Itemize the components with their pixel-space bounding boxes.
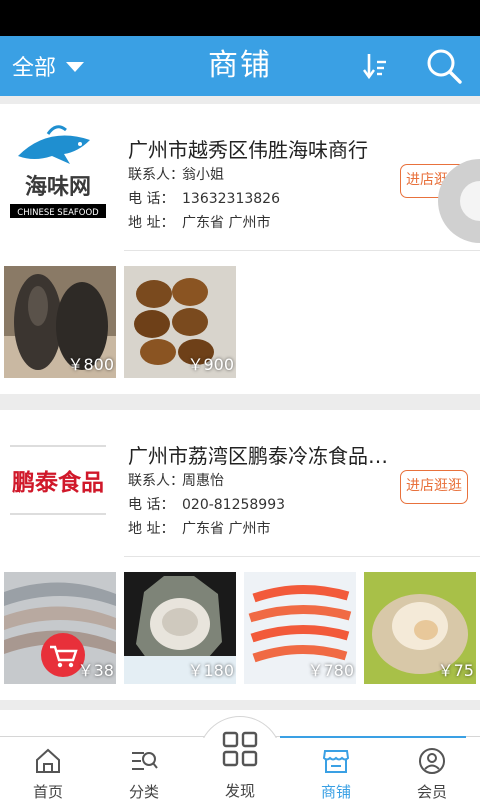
address-row: 地 址： 广东省 广州市 (128, 518, 270, 538)
address-row: 地 址： 广东省 广州市 (128, 212, 270, 232)
caret-down-icon (66, 62, 85, 72)
category-search-icon (132, 752, 158, 770)
product-price: ￥75 (437, 661, 474, 680)
visit-shop-button[interactable]: 进店逛逛 (400, 470, 468, 504)
product-price: ￥38 (77, 661, 114, 680)
phone-row: 电 话： 13632313826 (128, 188, 280, 208)
grid-icon (222, 731, 258, 767)
shop-icon (322, 750, 350, 773)
tab-home[interactable]: 首页 (8, 737, 88, 800)
tab-discover[interactable] (197, 716, 283, 800)
sort-icon (363, 54, 386, 80)
floating-button[interactable] (432, 156, 480, 246)
product-thumbnail[interactable]: ￥800 (4, 266, 116, 378)
shop-list[interactable]: 海味网 CHINESE SEAFOOD 广州市越秀区伟胜海味商行 联系人：翁小姐… (0, 96, 480, 736)
address-value: 广东省 广州市 (182, 521, 271, 537)
product-price: ￥900 (187, 355, 234, 374)
product-price: ￥780 (307, 661, 354, 680)
filter-label: 全部 (12, 56, 57, 81)
sort-button[interactable] (360, 50, 392, 82)
search-button[interactable] (424, 46, 464, 86)
contact-row: 联系人：翁小姐 (128, 164, 224, 184)
phone-row: 电 话： 020-81258993 (128, 494, 285, 514)
product-price: ￥800 (67, 355, 114, 374)
product-thumbnail[interactable]: ￥75 (364, 572, 476, 684)
address-label: 地 址： (128, 215, 175, 231)
filter-dropdown[interactable]: 全部 (12, 36, 85, 96)
svg-text:海味网: 海味网 (25, 174, 91, 200)
shop-logo: 海味网 CHINESE SEAFOOD (8, 122, 108, 226)
contact-value: 周惠怡 (182, 473, 224, 489)
tab-label: 会员 (416, 783, 447, 800)
product-price: ￥180 (187, 661, 234, 680)
user-icon (419, 748, 445, 774)
product-thumbnail[interactable]: ￥38 (4, 572, 116, 684)
product-thumbnail[interactable]: ￥900 (124, 266, 236, 378)
contact-value: 翁小姐 (182, 167, 224, 183)
phone-label: 电 话： (128, 191, 175, 207)
phone-label: 电 话： (128, 497, 175, 513)
home-icon (36, 748, 60, 773)
product-thumbnail[interactable]: ￥180 (124, 572, 236, 684)
shop-card[interactable]: 鹏泰食品 广州市荔湾区鹏泰冷冻食品商... 联系人：周惠怡 电 话： 020-81… (0, 410, 480, 700)
phone-value: 13632313826 (182, 191, 280, 207)
phone-value: 020-81258993 (182, 497, 286, 513)
active-tab-indicator (280, 736, 466, 738)
tab-label: 商铺 (320, 783, 351, 800)
svg-text:鹏泰食品: 鹏泰食品 (12, 469, 104, 496)
shop-name[interactable]: 广州市荔湾区鹏泰冷冻食品商... (128, 440, 396, 469)
divider (124, 556, 480, 557)
tab-label: 分类 (128, 783, 159, 800)
contact-label: 联系人： (128, 473, 184, 489)
app-header: 全部 商铺 (0, 36, 480, 96)
tab-label: 首页 (32, 783, 63, 800)
contact-label: 联系人： (128, 167, 184, 183)
divider (124, 250, 480, 251)
tab-shop[interactable]: 商铺 (296, 737, 376, 800)
tab-category[interactable]: 分类 (104, 737, 184, 800)
shop-card[interactable]: 海味网 CHINESE SEAFOOD 广州市越秀区伟胜海味商行 联系人：翁小姐… (0, 104, 480, 394)
tab-member[interactable]: 会员 (392, 737, 472, 800)
contact-row: 联系人：周惠怡 (128, 470, 224, 490)
shop-logo: 鹏泰食品 (8, 428, 108, 532)
search-icon (427, 49, 462, 84)
shop-name[interactable]: 广州市越秀区伟胜海味商行 (128, 134, 396, 163)
product-thumbnail[interactable]: ￥780 (244, 572, 356, 684)
address-label: 地 址： (128, 521, 175, 537)
svg-text:CHINESE SEAFOOD: CHINESE SEAFOOD (17, 208, 99, 218)
status-bar (0, 0, 480, 36)
address-value: 广东省 广州市 (182, 215, 271, 231)
